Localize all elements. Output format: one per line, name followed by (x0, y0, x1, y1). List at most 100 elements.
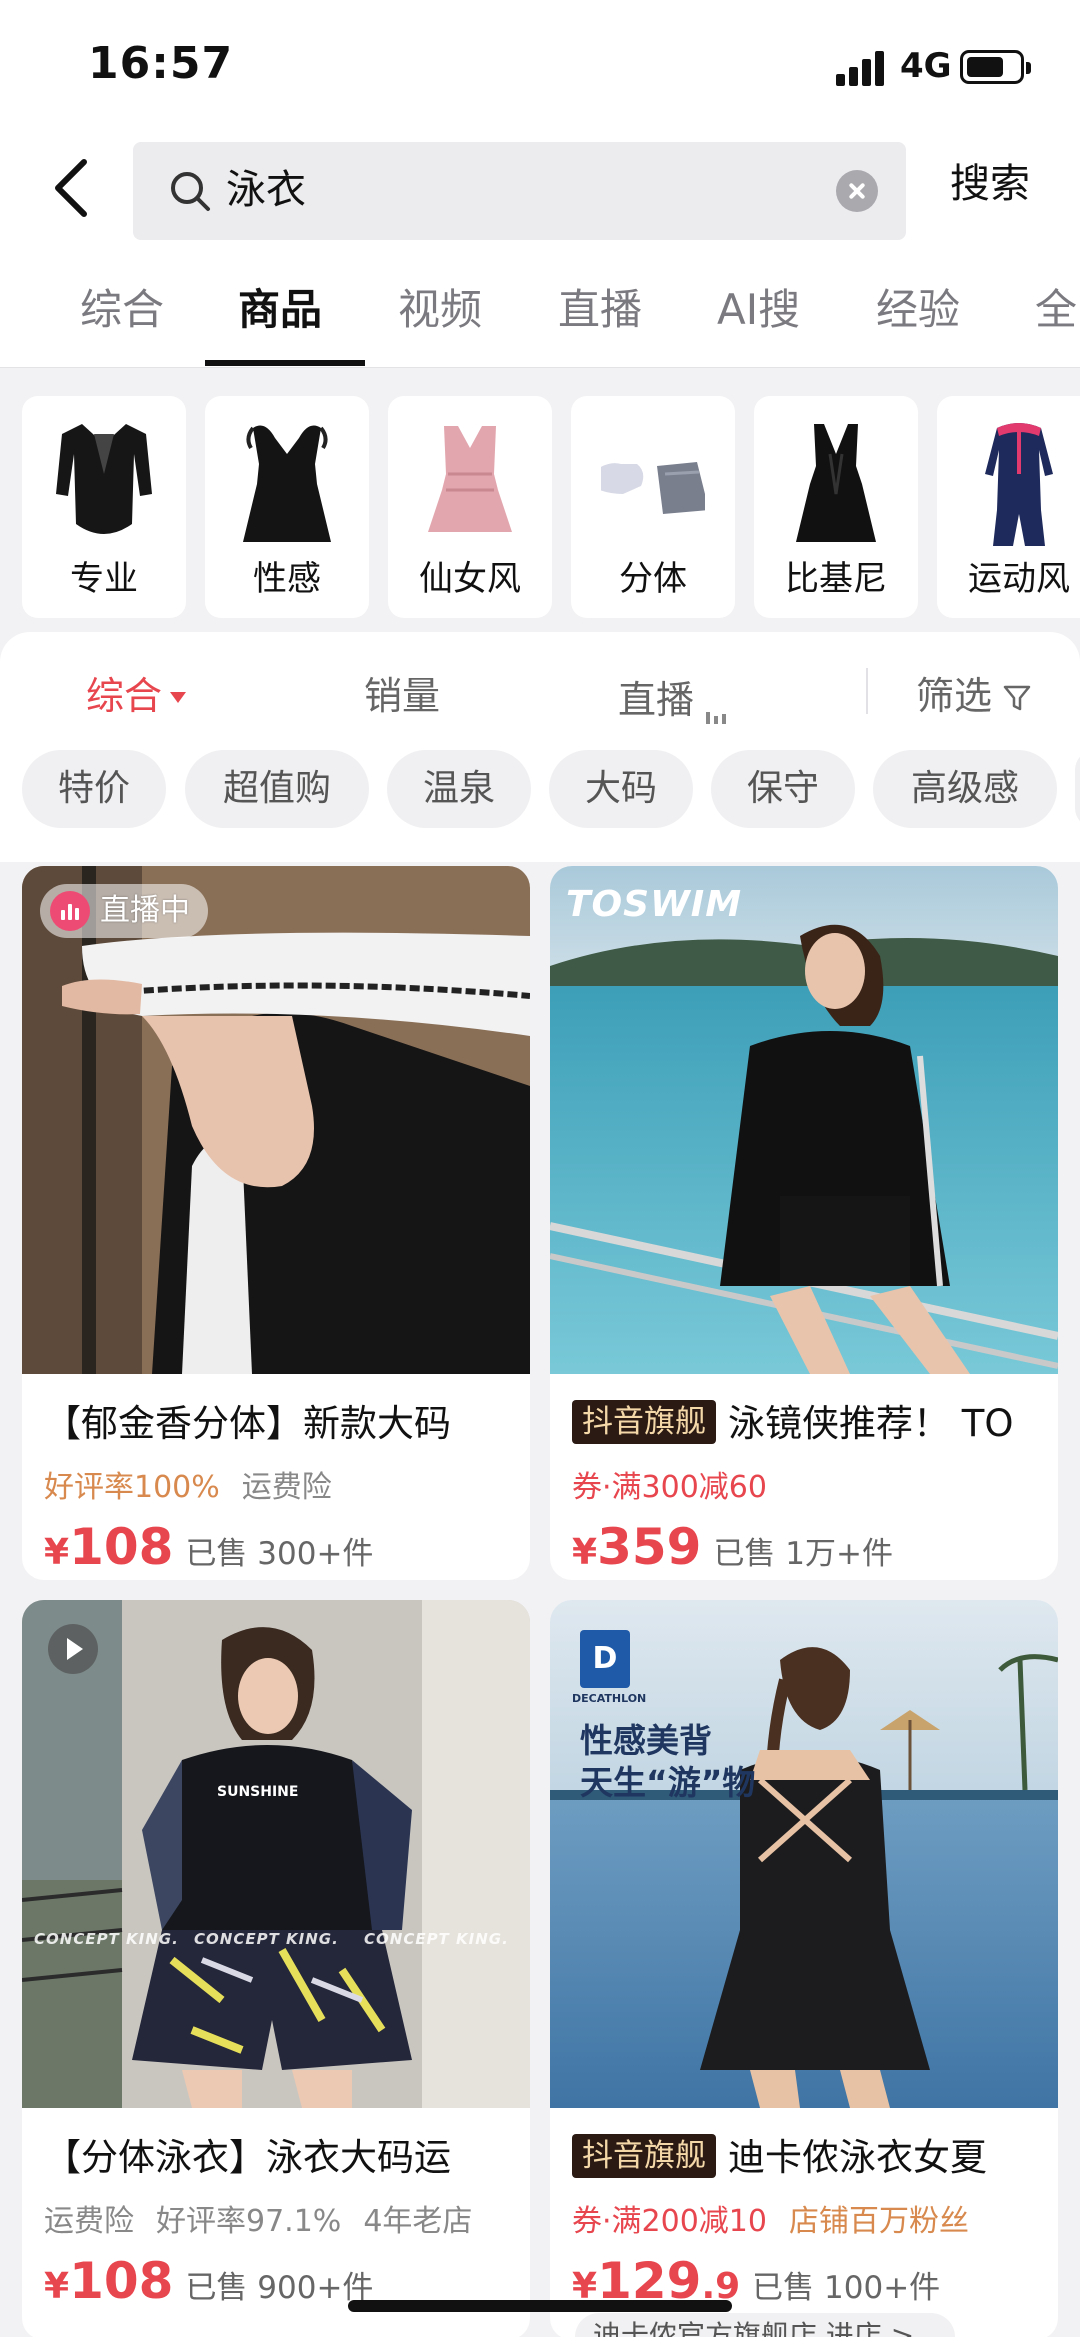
search-header: 泳衣 搜索 (0, 130, 1080, 250)
shop-followers-tag: 店铺百万粉丝 (788, 2204, 969, 2239)
flagship-tag: 抖音旗舰 (572, 2134, 716, 2178)
status-time: 16:57 (88, 38, 234, 89)
caret-down-icon (170, 692, 187, 703)
currency-symbol: ¥ (44, 1532, 70, 1573)
promo-line: 性感美背 (580, 1721, 712, 1760)
network-type: 4G (900, 46, 952, 86)
tab-experience[interactable]: 经验 (876, 282, 960, 338)
product-title: 【郁金香分体】新款大码 (44, 1402, 451, 1445)
product-price: 108 (69, 1518, 174, 1576)
search-icon (171, 172, 210, 211)
price-row: ¥359 已售 1万+件 (572, 1518, 893, 1576)
live-badge-label: 直播中 (100, 893, 190, 928)
sort-comprehensive[interactable]: 综合 (86, 668, 187, 724)
tab-products[interactable]: 商品 (238, 282, 322, 338)
category-two-piece[interactable]: 分体 (571, 396, 735, 618)
swimsuit-image (985, 423, 1053, 546)
category-label: 仙女风 (419, 559, 521, 599)
chip-overflow[interactable] (1075, 750, 1080, 828)
product-meta: 券·满200减10 店铺百万粉丝 (572, 2200, 969, 2244)
funnel-icon (1003, 685, 1031, 711)
product-title: 抖音旗舰 迪卡侬泳衣女夏 (572, 2130, 1042, 2186)
quick-filter-chips: 特价 超值购 温泉 大码 保守 高级感 (0, 750, 1080, 830)
product-meta: 运费险 好评率97.1% 4年老店 (44, 2200, 494, 2244)
swimsuit-image (56, 424, 152, 534)
product-title: 抖音旗舰 泳镜侠推荐！ TO (572, 1396, 1042, 1452)
active-tab-indicator (205, 360, 365, 366)
category-row: 专业 性感 仙女风 分体 比基尼 运动风 (0, 368, 1080, 638)
product-image: 直播中 (22, 866, 530, 1374)
product-meta: 券·满300减60 (572, 1466, 789, 1510)
chip-hot-spring[interactable]: 温泉 (387, 750, 531, 828)
tab-all[interactable]: 全 (1035, 282, 1077, 338)
divider (866, 668, 868, 714)
product-price: 359 (597, 1518, 702, 1576)
category-bikini[interactable]: 比基尼 (754, 396, 918, 618)
product-title: 【分体泳衣】泳衣大码运 (44, 2136, 451, 2179)
search-input[interactable]: 泳衣 (133, 142, 906, 240)
currency-symbol: ¥ (44, 2266, 70, 2307)
product-image: TOSWIM (550, 866, 1058, 1374)
search-submit-button[interactable]: 搜索 (950, 156, 1030, 212)
product-card[interactable]: TOSWIM 抖音旗舰 泳镜侠推荐！ TO 券·满300减60 ¥359 已售 1万… (550, 866, 1058, 1580)
shipping-insurance-tag: 运费险 (44, 2204, 134, 2239)
product-card[interactable]: 直播中 【郁金香分体】新款大码 好评率100% 运费险 ¥108 已售 300+件 (22, 866, 530, 1580)
coupon-tag: 券·满300减60 (572, 1470, 767, 1505)
category-label: 性感 (253, 559, 321, 599)
swimsuit-image (428, 426, 512, 532)
coupon-tag: 券·满200减10 (572, 2204, 767, 2239)
promo-line: 天生“游”物 (580, 1763, 756, 1802)
product-image: SUNSHINE CONCEPT KING. CONCEPT KING. CON… (22, 1600, 530, 2108)
sold-count: 已售 300+件 (185, 1536, 374, 1572)
shop-entry-link[interactable]: 迪卡侬官方旗舰店 进店 > (575, 2313, 955, 2337)
product-card[interactable]: D DECATHLON 性感美背 天生“游”物 抖音旗舰 迪卡侬泳衣女夏 券·满2… (550, 1600, 1058, 2337)
chip-premium[interactable]: 高级感 (873, 750, 1057, 828)
product-meta: 好评率100% 运费险 (44, 1466, 354, 1510)
price-row: ¥108 已售 300+件 (44, 1518, 373, 1576)
tab-ai-search[interactable]: AI搜 (717, 282, 800, 338)
category-fairy[interactable]: 仙女风 (388, 396, 552, 618)
brand-watermark: CONCEPT KING. (194, 1930, 339, 1948)
product-title-text: 迪卡侬泳衣女夏 (728, 2136, 987, 2179)
category-professional[interactable]: 专业 (22, 396, 186, 618)
store-age-tag: 4年老店 (363, 2204, 473, 2239)
sort-filter-panel: 综合 销量 直播 筛选 特价 超值购 温泉 大码 保守 高级感 (0, 632, 1080, 862)
chip-special-price[interactable]: 特价 (22, 750, 166, 828)
swimsuit-image (796, 424, 876, 542)
sort-live-label: 直播 (618, 678, 695, 722)
category-sexy[interactable]: 性感 (205, 396, 369, 618)
chip-plus-size[interactable]: 大码 (549, 750, 693, 828)
back-button[interactable] (40, 152, 110, 224)
brand-logo: D (580, 1630, 630, 1688)
category-label: 分体 (619, 559, 687, 599)
sold-count: 已售 100+件 (752, 2270, 941, 2306)
brand-watermark: CONCEPT KING. (364, 1930, 509, 1948)
tab-live[interactable]: 直播 (558, 282, 642, 338)
clear-search-button[interactable] (836, 170, 878, 212)
chip-conservative[interactable]: 保守 (711, 750, 855, 828)
chip-value-buy[interactable]: 超值购 (185, 750, 369, 828)
sort-live[interactable]: 直播 (618, 668, 730, 728)
filter-label: 筛选 (916, 674, 993, 718)
price-row: ¥108 已售 900+件 (44, 2252, 373, 2310)
rating-tag: 好评率100% (44, 1470, 220, 1505)
live-badge: 直播中 (40, 884, 208, 938)
tab-comprehensive[interactable]: 综合 (80, 282, 164, 338)
product-title-text: 泳镜侠推荐！ TO (728, 1402, 1014, 1445)
sold-count: 已售 900+件 (185, 2270, 374, 2306)
sort-sales[interactable]: 销量 (364, 668, 440, 724)
shipping-insurance-tag: 运费险 (241, 1470, 332, 1505)
product-card[interactable]: SUNSHINE CONCEPT KING. CONCEPT KING. CON… (22, 1600, 530, 2337)
flagship-tag: 抖音旗舰 (572, 1400, 716, 1444)
filter-button[interactable]: 筛选 (916, 668, 1032, 724)
rating-tag: 好评率97.1% (156, 2204, 342, 2239)
brand-logo-text: DECATHLON (572, 1692, 647, 1705)
live-icon (50, 891, 90, 931)
swimsuit-image (243, 425, 331, 542)
promo-overlay: 性感美背 天生“游”物 (580, 1720, 755, 1804)
chevron-left-icon (55, 159, 87, 217)
category-sporty[interactable]: 运动风 (937, 396, 1080, 618)
product-price: 108 (69, 2252, 174, 2310)
tab-videos[interactable]: 视频 (398, 282, 482, 338)
product-image: D DECATHLON 性感美背 天生“游”物 (550, 1600, 1058, 2108)
